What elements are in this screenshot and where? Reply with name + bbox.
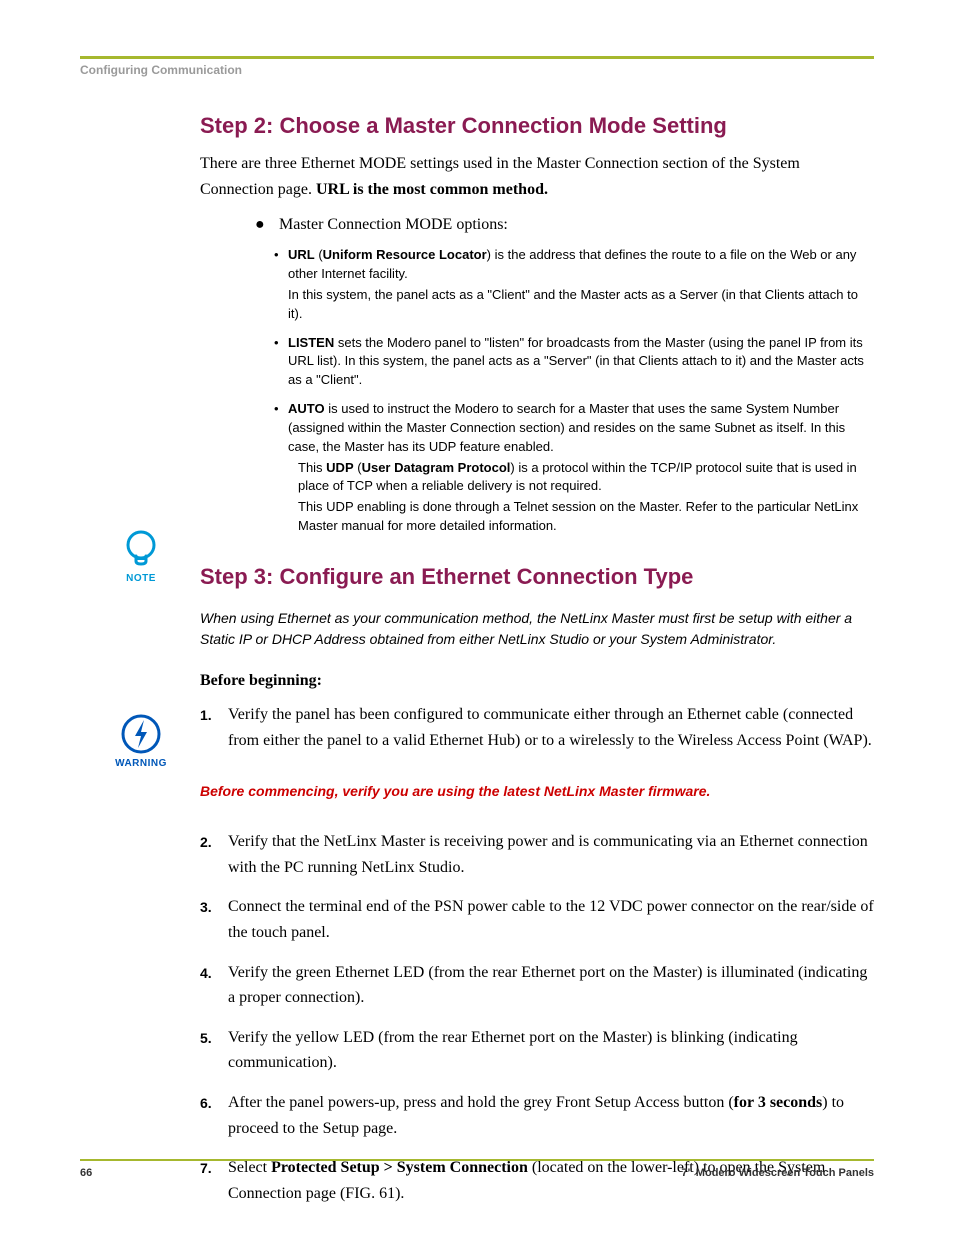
mode-auto-item: AUTO is used to instruct the Modero to s… bbox=[278, 400, 874, 536]
mode-url-label: URL bbox=[288, 247, 315, 262]
top-rule bbox=[80, 56, 874, 59]
step6-pre: After the panel powers-up, press and hol… bbox=[228, 1094, 734, 1111]
udp-expansion: User Datagram Protocol bbox=[362, 460, 511, 475]
mode-url-item: URL (Uniform Resource Locator) is the ad… bbox=[278, 246, 874, 323]
step-item-2: Verify that the NetLinx Master is receiv… bbox=[200, 829, 874, 880]
step3-heading: Step 3: Configure an Ethernet Connection… bbox=[200, 564, 874, 590]
step-item-4: Verify the green Ethernet LED (from the … bbox=[200, 960, 874, 1011]
note-text: When using Ethernet as your communicatio… bbox=[200, 608, 874, 650]
warning-text: Before commencing, verify you are using … bbox=[200, 783, 874, 799]
note-label: NOTE bbox=[110, 573, 172, 584]
mode-listen-desc: sets the Modero panel to "listen" for br… bbox=[288, 335, 864, 388]
steps-list-continued: Verify that the NetLinx Master is receiv… bbox=[200, 829, 874, 1206]
step-item-5: Verify the yellow LED (from the rear Eth… bbox=[200, 1025, 874, 1076]
mode-url-expansion: Uniform Resource Locator bbox=[323, 247, 487, 262]
step2-options-label-post: options: bbox=[452, 216, 508, 233]
before-beginning: Before beginning: bbox=[200, 672, 874, 690]
lightning-icon bbox=[119, 712, 163, 756]
mode-url-cont: In this system, the panel acts as a "Cli… bbox=[288, 286, 874, 324]
step2-intro-bold: URL is the most common method. bbox=[316, 181, 548, 198]
step2-sub-list: URL (Uniform Resource Locator) is the ad… bbox=[278, 246, 874, 536]
page-number: 66 bbox=[80, 1167, 92, 1179]
warning-callout: WARNING bbox=[110, 712, 172, 769]
note-callout: NOTE bbox=[110, 527, 172, 584]
step2-options-line: ● Master Connection MODE options: bbox=[255, 216, 874, 234]
bullet-icon: ● bbox=[255, 216, 275, 234]
step2-heading: Step 2: Choose a Master Connection Mode … bbox=[200, 113, 874, 139]
mode-auto-udp: This UDP (User Datagram Protocol) is a p… bbox=[298, 459, 874, 497]
mode-auto-udp-cont: This UDP enabling is done through a Teln… bbox=[298, 498, 874, 536]
step2-intro: There are three Ethernet MODE settings u… bbox=[200, 151, 874, 202]
mode-auto-desc: is used to instruct the Modero to search… bbox=[288, 401, 845, 454]
breadcrumb: Configuring Communication bbox=[80, 63, 874, 77]
step6-bold: for 3 seconds bbox=[734, 1094, 823, 1111]
warning-label: WARNING bbox=[110, 758, 172, 769]
step-item-1: Verify the panel has been configured to … bbox=[200, 702, 874, 753]
step-item-6: After the panel powers-up, press and hol… bbox=[200, 1090, 874, 1141]
lightbulb-icon bbox=[119, 527, 163, 571]
udp-pre: This bbox=[298, 460, 326, 475]
footer-title: 7" Modero Widescreen Touch Panels bbox=[681, 1167, 874, 1179]
paren-close: ) bbox=[487, 247, 495, 262]
mode-listen-label: LISTEN bbox=[288, 335, 334, 350]
page-footer: 66 7" Modero Widescreen Touch Panels bbox=[80, 1159, 874, 1179]
paren-open: ( bbox=[315, 247, 323, 262]
steps-list: Verify the panel has been configured to … bbox=[200, 702, 874, 753]
mode-listen-item: LISTEN sets the Modero panel to "listen"… bbox=[278, 334, 874, 391]
udp-bold: UDP bbox=[326, 460, 353, 475]
mode-auto-label: AUTO bbox=[288, 401, 325, 416]
step2-options-label: Master Connection MODE bbox=[279, 216, 452, 233]
udp-paren: ( bbox=[354, 460, 362, 475]
step-item-3: Connect the terminal end of the PSN powe… bbox=[200, 894, 874, 945]
